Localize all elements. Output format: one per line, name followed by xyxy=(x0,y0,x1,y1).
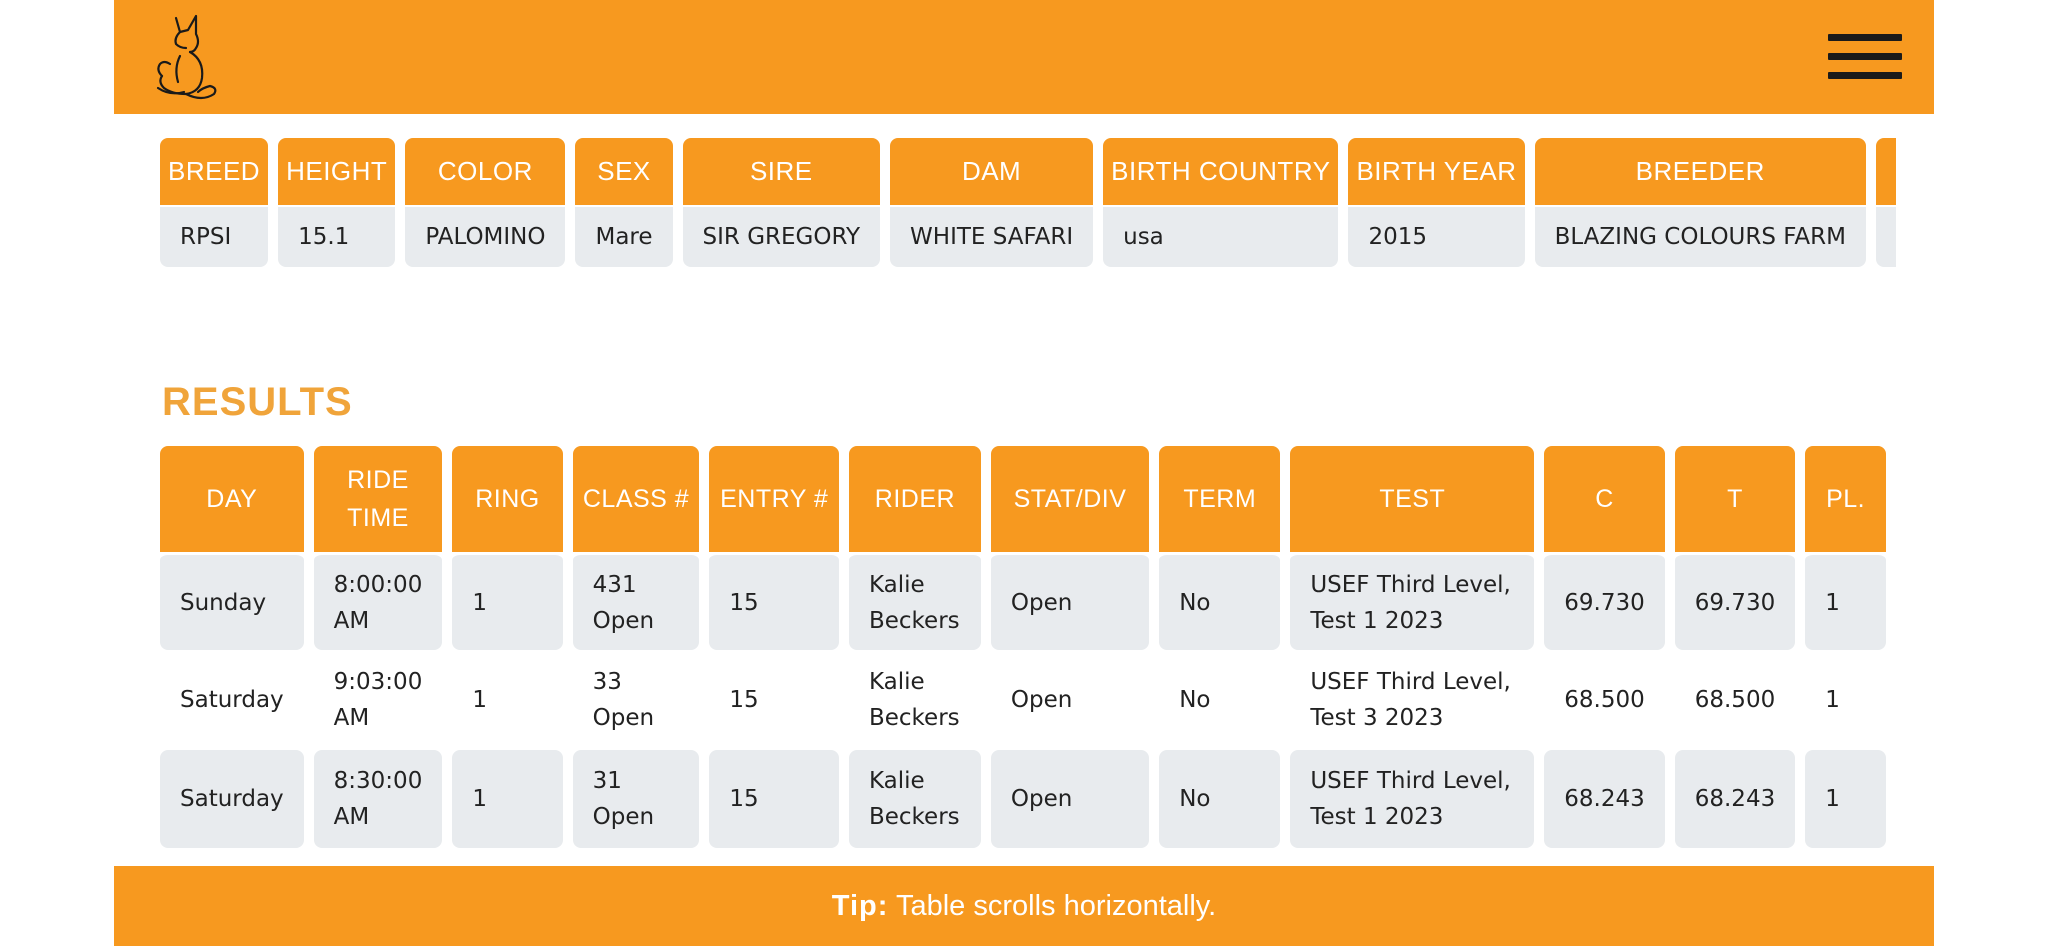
cell-stat-div: Open xyxy=(990,552,1150,650)
cell-class-link[interactable]: 33 Open xyxy=(573,650,700,750)
cell-term: No xyxy=(1159,750,1281,848)
cell-ring: 1 xyxy=(472,687,487,713)
cell-entry-link[interactable]: 15 xyxy=(709,750,839,848)
cell-rider-link[interactable]: Kalie Beckers xyxy=(848,552,981,650)
cell-stat-div: Open xyxy=(990,750,1150,848)
col-header-entry: ENTRY # xyxy=(709,446,839,552)
col-header-breeder: BREEDER xyxy=(1534,138,1866,205)
cell-place: 1 xyxy=(1805,552,1886,650)
detail-breeder: BLAZING COLOURS FARM xyxy=(1534,205,1866,267)
cell-day: Saturday xyxy=(180,687,284,713)
cell-term: No xyxy=(1179,687,1211,713)
detail-color: PALOMINO xyxy=(405,205,566,267)
hamburger-menu-icon[interactable] xyxy=(1828,34,1902,80)
col-header-height: HEIGHT xyxy=(278,138,396,205)
detail-sex: Mare xyxy=(575,205,673,267)
cell-class-link[interactable]: 31 Open xyxy=(572,750,700,848)
table-row: Saturday 9:03:00 AM 1 33 Open 15 Kalie B… xyxy=(160,650,1886,750)
col-header-class: CLASS # xyxy=(572,446,700,552)
results-table-scroll[interactable]: DAY RIDE TIME RING CLASS # ENTRY # RIDER… xyxy=(160,446,1896,854)
tip-label: Tip: xyxy=(831,890,889,922)
col-header-test: TEST xyxy=(1290,446,1535,552)
col-header-color: COLOR xyxy=(405,138,566,205)
cell-t: 68.243 xyxy=(1674,750,1796,848)
col-header-place: PL. xyxy=(1805,446,1886,552)
results-title: RESULTS xyxy=(162,380,353,424)
col-header-term: TERM xyxy=(1159,446,1281,552)
col-header-sire: SIRE xyxy=(682,138,881,205)
horse-details-table: BREED HEIGHT COLOR SEX SIRE DAM BIRTH CO… xyxy=(160,138,1896,267)
cell-day: Sunday xyxy=(160,552,304,650)
detail-birth-year: 2015 xyxy=(1348,205,1525,267)
detail-sire: SIR GREGORY xyxy=(682,205,881,267)
cell-test: USEF Third Level, Test 1 2023 xyxy=(1290,552,1535,650)
col-header-birth-country: BIRTH COUNTRY xyxy=(1103,138,1339,205)
cell-ring: 1 xyxy=(452,552,563,650)
detail-overflow xyxy=(1875,205,1896,267)
cell-day: Saturday xyxy=(160,750,304,848)
cell-rider-link[interactable]: Kalie Beckers xyxy=(849,650,981,750)
tip-text: Table scrolls horizontally. xyxy=(895,890,1217,922)
cell-ride-time: 8:00:00 AM xyxy=(313,552,443,650)
col-header-ring: RING xyxy=(452,446,563,552)
col-header-breed: BREED xyxy=(160,138,269,205)
cell-ring: 1 xyxy=(452,750,563,848)
cell-place: 1 xyxy=(1805,750,1886,848)
cell-entry-link[interactable]: 15 xyxy=(709,552,839,650)
cell-c: 69.730 xyxy=(1544,552,1665,650)
col-header-birth-year: BIRTH YEAR xyxy=(1348,138,1525,205)
col-header-ride-time: RIDE TIME xyxy=(313,446,443,552)
detail-height: 15.1 xyxy=(278,205,396,267)
table-row: Sunday 8:00:00 AM 1 431 Open 15 Kalie Be… xyxy=(160,552,1886,650)
horse-details-table-scroll[interactable]: BREED HEIGHT COLOR SEX SIRE DAM BIRTH CO… xyxy=(160,138,1896,272)
cell-ride-time: 9:03:00 AM xyxy=(333,669,423,731)
cell-stat-div: Open xyxy=(1010,687,1073,713)
cell-term: No xyxy=(1159,552,1281,650)
col-header-overflow xyxy=(1875,138,1896,205)
col-header-t: T xyxy=(1674,446,1796,552)
col-header-dam: DAM xyxy=(890,138,1094,205)
col-header-day: DAY xyxy=(160,446,304,552)
cell-class-link[interactable]: 431 Open xyxy=(572,552,700,650)
cell-test: USEF Third Level, Test 1 2023 xyxy=(1290,750,1535,848)
cell-entry-link[interactable]: 15 xyxy=(709,650,839,750)
col-header-c: C xyxy=(1544,446,1665,552)
cell-t: 68.500 xyxy=(1694,687,1776,713)
cell-place: 1 xyxy=(1825,687,1840,713)
cell-ride-time: 8:30:00 AM xyxy=(313,750,443,848)
detail-dam: WHITE SAFARI xyxy=(890,205,1094,267)
cell-rider-link[interactable]: Kalie Beckers xyxy=(848,750,981,848)
tip-banner: Tip: Table scrolls horizontally. xyxy=(114,866,1934,946)
table-row: Saturday 8:30:00 AM 1 31 Open 15 Kalie B… xyxy=(160,750,1886,848)
page: BREED HEIGHT COLOR SEX SIRE DAM BIRTH CO… xyxy=(114,0,1934,946)
cell-test: USEF Third Level, Test 3 2023 xyxy=(1310,669,1511,731)
col-header-stat-div: STAT/DIV xyxy=(990,446,1150,552)
site-header xyxy=(114,0,1934,114)
results-table: DAY RIDE TIME RING CLASS # ENTRY # RIDER… xyxy=(160,446,1896,848)
cell-c: 68.500 xyxy=(1564,687,1645,713)
detail-breed: RPSI xyxy=(160,205,269,267)
detail-birth-country: usa xyxy=(1103,205,1339,267)
cell-c: 68.243 xyxy=(1544,750,1665,848)
col-header-sex: SEX xyxy=(575,138,673,205)
col-header-rider: RIDER xyxy=(848,446,981,552)
fox-logo-icon[interactable] xyxy=(150,12,220,106)
cell-t: 69.730 xyxy=(1674,552,1796,650)
